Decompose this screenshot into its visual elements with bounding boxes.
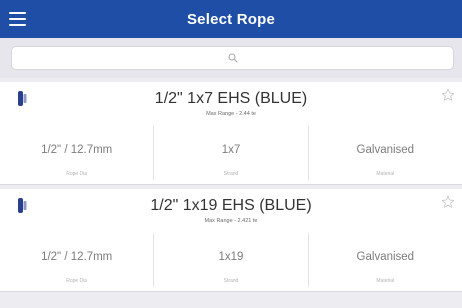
- spec-label: Rope Dia: [66, 278, 88, 284]
- rope-name: 1/2" 1x7 EHS (BLUE): [154, 90, 308, 107]
- rope-specs: 1/2" / 12.7mm Rope Dia 1x19 Strand Galva…: [0, 233, 462, 287]
- rope-max-range: Max Range - 2.421 te: [204, 218, 258, 224]
- spec-strand: 1x19 Strand: [153, 233, 307, 287]
- spec-material: Galvanised Material: [307, 233, 462, 287]
- search-field[interactable]: [11, 46, 457, 71]
- spec-rope-dia: 1/2" / 12.7mm Rope Dia: [0, 233, 153, 287]
- star-outline-icon[interactable]: [441, 195, 455, 209]
- nav-bar: Select Rope: [0, 0, 462, 38]
- rope-max-range: Max Range - 2.44 te: [206, 111, 256, 117]
- spec-label: Material: [376, 171, 395, 177]
- search-bar: [0, 38, 462, 78]
- spec-rope-dia: 1/2" / 12.7mm Rope Dia: [0, 126, 153, 180]
- spec-value: Galvanised: [356, 251, 415, 263]
- rope-name: 1/2" 1x19 EHS (BLUE): [150, 197, 312, 214]
- spec-value: 1/2" / 12.7mm: [41, 144, 113, 156]
- rope-specs: 1/2" / 12.7mm Rope Dia 1x7 Strand Galvan…: [0, 126, 462, 180]
- hamburger-menu-icon[interactable]: [9, 12, 26, 26]
- rope-list: 1/2" 1x7 EHS (BLUE) Max Range - 2.44 te …: [0, 82, 462, 292]
- spec-value: 1/2" / 12.7mm: [41, 251, 113, 263]
- page-title: Select Rope: [186, 10, 276, 28]
- spec-value: Galvanised: [356, 144, 415, 156]
- rope-card[interactable]: 1/2" 1x19 EHS (BLUE) Max Range - 2.421 t…: [0, 189, 462, 292]
- spec-strand: 1x7 Strand: [153, 126, 307, 180]
- spec-value: 1x7: [221, 144, 241, 156]
- spec-label: Rope Dia: [66, 171, 88, 177]
- spec-material: Galvanised Material: [307, 126, 462, 180]
- rope-card[interactable]: 1/2" 1x7 EHS (BLUE) Max Range - 2.44 te …: [0, 82, 462, 185]
- spec-value: 1x19: [218, 251, 244, 263]
- spec-label: Strand: [223, 278, 239, 284]
- star-outline-icon[interactable]: [441, 88, 455, 102]
- spec-label: Strand: [223, 171, 239, 177]
- spec-label: Material: [376, 278, 395, 284]
- search-input[interactable]: [12, 47, 457, 71]
